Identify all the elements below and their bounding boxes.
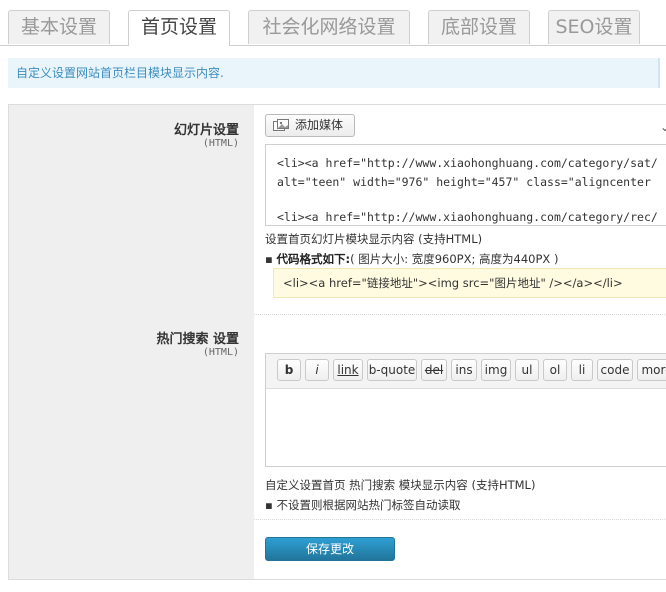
slides-format-line: ▪ 代码格式如下:( 图片大小: 宽度960PX; 高度为440PX ) bbox=[265, 252, 559, 266]
hot-search-row: 热门搜索 设置 (HTML) b i link b-quote del ins … bbox=[9, 314, 666, 520]
add-media-button[interactable]: 添加媒体 bbox=[265, 114, 355, 137]
hot-label-cell: 热门搜索 设置 (HTML) bbox=[9, 314, 254, 519]
code-line: alt="teen" width="976" height="457" clas… bbox=[277, 175, 651, 189]
tab-bar: 基本设置 首页设置 社会化网络设置 底部设置 SEO设置 bbox=[0, 0, 666, 46]
settings-table: 幻灯片设置 (HTML) 添加媒体 ⌄ <li><a href="http://… bbox=[8, 104, 666, 580]
slides-label-cell: 幻灯片设置 (HTML) bbox=[9, 105, 254, 314]
slides-row: 幻灯片设置 (HTML) 添加媒体 ⌄ <li><a href="http://… bbox=[9, 105, 666, 315]
add-media-label: 添加媒体 bbox=[295, 118, 344, 132]
qt-bold-button[interactable]: b bbox=[277, 359, 301, 381]
tab-home-settings[interactable]: 首页设置 bbox=[128, 10, 230, 46]
qt-del-button[interactable]: del bbox=[421, 359, 447, 381]
save-changes-button[interactable]: 保存更改 bbox=[265, 537, 395, 561]
tab-basic-settings[interactable]: 基本设置 bbox=[8, 10, 110, 44]
quicktags-toolbar: b i link b-quote del ins img ul ol li co… bbox=[266, 354, 666, 389]
format-note: ( 图片大小: 宽度960PX; 高度为440PX ) bbox=[350, 252, 559, 266]
format-code-box: <li><a href="链接地址"><img src="图片地址" /></a… bbox=[273, 268, 666, 298]
tab-footer-settings[interactable]: 底部设置 bbox=[428, 10, 530, 44]
hot-note-text: 不设置则根据网站热门标签自动读取 bbox=[276, 498, 461, 512]
qt-more-button[interactable]: more bbox=[637, 359, 666, 381]
slides-description: 设置首页幻灯片模块显示内容 (支持HTML) bbox=[265, 232, 483, 246]
qt-ins-button[interactable]: ins bbox=[451, 359, 477, 381]
qt-img-button[interactable]: img bbox=[481, 359, 511, 381]
tab-social-settings[interactable]: 社会化网络设置 bbox=[248, 10, 410, 44]
qt-ul-button[interactable]: ul bbox=[515, 359, 539, 381]
slides-title: 幻灯片设置 bbox=[173, 123, 239, 138]
hot-note: ▪ 不设置则根据网站热门标签自动读取 bbox=[265, 498, 461, 512]
chevron-down-icon: ⌄ bbox=[660, 120, 666, 134]
slides-sub: (HTML) bbox=[202, 138, 239, 149]
qt-li-button[interactable]: li bbox=[571, 359, 593, 381]
tab-seo-settings[interactable]: SEO设置 bbox=[548, 10, 640, 44]
hot-title: 热门搜索 设置 bbox=[156, 332, 239, 347]
format-title: 代码格式如下: bbox=[276, 252, 351, 266]
notice-banner: 自定义设置网站首页栏目模块显示内容. bbox=[8, 58, 660, 88]
hot-sub: (HTML) bbox=[202, 347, 239, 358]
qt-italic-button[interactable]: i bbox=[305, 359, 329, 381]
code-line: <li><a href="http://www.xiaohonghuang.co… bbox=[277, 156, 658, 170]
qt-bquote-button[interactable]: b-quote bbox=[367, 359, 417, 381]
hot-editor[interactable]: b i link b-quote del ins img ul ol li co… bbox=[265, 353, 666, 467]
media-icon bbox=[273, 119, 289, 131]
save-label-cell bbox=[9, 519, 254, 579]
qt-code-button[interactable]: code bbox=[597, 359, 633, 381]
slides-code-textarea[interactable]: <li><a href="http://www.xiaohonghuang.co… bbox=[265, 144, 666, 226]
hot-description: 自定义设置首页 热门搜索 模块显示内容 (支持HTML) bbox=[265, 478, 536, 492]
qt-link-button[interactable]: link bbox=[333, 359, 363, 381]
code-line: <li><a href="http://www.xiaohonghuang.co… bbox=[277, 210, 658, 224]
qt-ol-button[interactable]: ol bbox=[543, 359, 567, 381]
